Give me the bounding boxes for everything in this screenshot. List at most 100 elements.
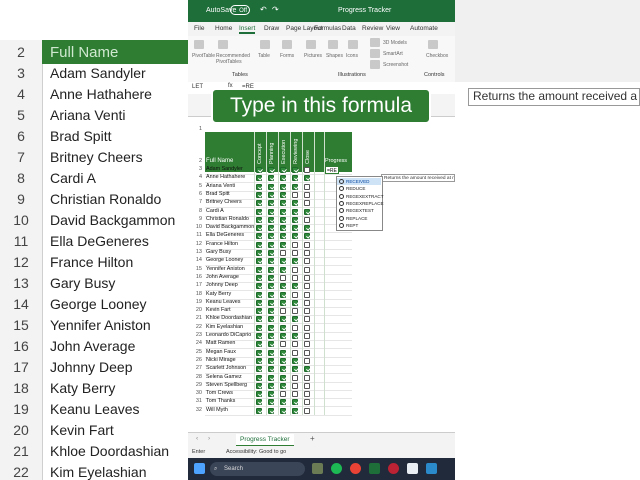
checkbox-unchecked[interactable] bbox=[304, 167, 310, 173]
checkbox-checked[interactable] bbox=[256, 291, 262, 298]
checkbox-checked[interactable] bbox=[256, 316, 262, 323]
accessibility-status[interactable]: Accessibility: Good to go bbox=[226, 449, 286, 455]
prev-sheet-icon[interactable]: ‹ bbox=[196, 435, 198, 442]
row-number[interactable]: 13 bbox=[188, 249, 202, 255]
checkbox-checked[interactable] bbox=[256, 299, 262, 306]
checkbox-unchecked[interactable] bbox=[292, 266, 298, 273]
row-number[interactable]: 25 bbox=[188, 349, 202, 355]
autocomplete-item-reduce[interactable]: REDUCE bbox=[337, 185, 381, 192]
checkbox-checked[interactable] bbox=[256, 175, 262, 182]
checkbox-unchecked[interactable] bbox=[292, 382, 298, 389]
tab-home[interactable]: Home bbox=[215, 25, 232, 32]
checkbox-checked[interactable] bbox=[304, 366, 310, 373]
checkbox-checked[interactable] bbox=[292, 175, 298, 182]
row-number[interactable]: 14 bbox=[188, 257, 202, 263]
cell-full-name[interactable]: Anne Hathahere bbox=[206, 174, 245, 180]
checkbox-unchecked[interactable] bbox=[304, 382, 310, 389]
autocomplete-item-rept[interactable]: REPT bbox=[337, 222, 381, 229]
ribbon-button-label[interactable]: Checkbox bbox=[426, 53, 448, 59]
row-number[interactable]: 23 bbox=[188, 332, 202, 338]
checkbox-checked[interactable] bbox=[292, 333, 298, 339]
cell-full-name[interactable]: Scarlett Johnson bbox=[206, 365, 246, 371]
checkbox-checked[interactable] bbox=[256, 167, 262, 173]
checkbox-unchecked[interactable] bbox=[304, 291, 310, 298]
checkbox-checked[interactable] bbox=[292, 216, 298, 223]
cell-full-name[interactable]: Gary Busy bbox=[206, 249, 231, 255]
document-title[interactable]: Progress Tracker bbox=[338, 7, 391, 14]
windows-start-icon[interactable] bbox=[194, 463, 205, 474]
checkbox-unchecked[interactable] bbox=[304, 341, 310, 348]
checkbox-checked[interactable] bbox=[268, 316, 274, 323]
checkbox-checked[interactable] bbox=[280, 382, 286, 389]
taskbar-search[interactable]: ⌕ Search bbox=[210, 462, 305, 476]
checkbox-unchecked[interactable] bbox=[292, 341, 298, 348]
spotify-icon[interactable] bbox=[331, 463, 342, 474]
checkbox-checked[interactable] bbox=[280, 407, 286, 414]
checkbox-unchecked[interactable] bbox=[292, 324, 298, 331]
checkbox-checked[interactable] bbox=[280, 191, 286, 198]
tab-insert[interactable]: Insert bbox=[239, 25, 256, 34]
ribbon-button-label[interactable]: Table bbox=[258, 53, 270, 59]
checkbox-checked[interactable] bbox=[280, 324, 286, 331]
autocomplete-item-received[interactable]: RECEIVED bbox=[337, 178, 381, 185]
app-icon[interactable] bbox=[388, 463, 399, 474]
checkbox-unchecked[interactable] bbox=[292, 274, 298, 281]
checkbox-checked[interactable] bbox=[268, 357, 274, 364]
smartart-icon[interactable] bbox=[370, 49, 380, 58]
checkbox-checked[interactable] bbox=[280, 241, 286, 248]
widgets-icon[interactable] bbox=[312, 463, 323, 474]
checkbox-checked[interactable] bbox=[280, 291, 286, 298]
checkbox-unchecked[interactable] bbox=[304, 374, 310, 381]
checkbox-checked[interactable] bbox=[280, 299, 286, 306]
row-number[interactable]: 12 bbox=[188, 241, 202, 247]
tab-review[interactable]: Review bbox=[362, 25, 383, 32]
checkbox-unchecked[interactable] bbox=[280, 250, 286, 256]
row-number[interactable]: 22 bbox=[188, 324, 202, 330]
cell-full-name[interactable]: Nicki Mirage bbox=[206, 357, 236, 363]
row-number[interactable]: 1 bbox=[188, 126, 202, 132]
autocomplete-item-regexreplace[interactable]: REGEXREPLACE bbox=[337, 200, 384, 207]
checkbox-unchecked[interactable] bbox=[304, 283, 310, 290]
checkbox-checked[interactable] bbox=[268, 274, 274, 281]
checkbox-unchecked[interactable] bbox=[292, 250, 298, 256]
checkbox-checked[interactable] bbox=[268, 283, 274, 290]
row-number[interactable]: 21 bbox=[188, 315, 202, 321]
ribbon-button-label[interactable]: Recommended PivotTables bbox=[216, 53, 252, 65]
autocomplete-item-regextest[interactable]: REGEXTEST bbox=[337, 207, 381, 214]
checkbox-checked[interactable] bbox=[268, 191, 274, 198]
checkbox-unchecked[interactable] bbox=[304, 241, 310, 248]
row-number[interactable]: 3 bbox=[188, 166, 202, 172]
checkbox-unchecked[interactable] bbox=[280, 341, 286, 348]
checkbox-checked[interactable] bbox=[280, 208, 286, 215]
checkbox-checked[interactable] bbox=[268, 407, 274, 414]
checkbox-unchecked[interactable] bbox=[292, 241, 298, 248]
checkbox-checked[interactable] bbox=[256, 357, 262, 364]
cell-full-name[interactable]: Ariana Venti bbox=[206, 183, 235, 189]
checkbox-checked[interactable] bbox=[268, 266, 274, 273]
checkbox-checked[interactable] bbox=[256, 374, 262, 381]
checkbox-checked[interactable] bbox=[256, 283, 262, 290]
row-number[interactable]: 30 bbox=[188, 390, 202, 396]
autocomplete-item-regexextract[interactable]: REGEXEXTRACT bbox=[337, 193, 384, 200]
ribbon-button-label[interactable]: SmartArt bbox=[383, 51, 403, 57]
checkbox-checked[interactable] bbox=[256, 341, 262, 348]
checkbox-checked[interactable] bbox=[268, 382, 274, 389]
recommended-pivottables-icon[interactable] bbox=[218, 40, 228, 49]
checkbox-unchecked[interactable] bbox=[292, 391, 298, 398]
checkbox-checked[interactable] bbox=[256, 233, 262, 240]
pictures-icon[interactable] bbox=[306, 40, 316, 49]
checkbox-checked[interactable] bbox=[292, 225, 298, 232]
checkbox-unchecked[interactable] bbox=[292, 191, 298, 198]
tab-formulas[interactable]: Formulas bbox=[314, 25, 341, 32]
checkbox-checked[interactable] bbox=[268, 308, 274, 315]
checkbox-checked[interactable] bbox=[292, 183, 298, 190]
checkbox-checked[interactable] bbox=[256, 241, 262, 248]
checkbox-checked[interactable] bbox=[268, 299, 274, 306]
ribbon-button-label[interactable]: Icons bbox=[346, 53, 358, 59]
checkbox-checked[interactable] bbox=[268, 349, 274, 356]
checkbox-checked[interactable] bbox=[268, 258, 274, 265]
checkbox-checked[interactable] bbox=[268, 200, 274, 207]
tab-view[interactable]: View bbox=[386, 25, 400, 32]
checkbox-checked[interactable] bbox=[292, 283, 298, 290]
checkbox-unchecked[interactable] bbox=[304, 316, 310, 323]
